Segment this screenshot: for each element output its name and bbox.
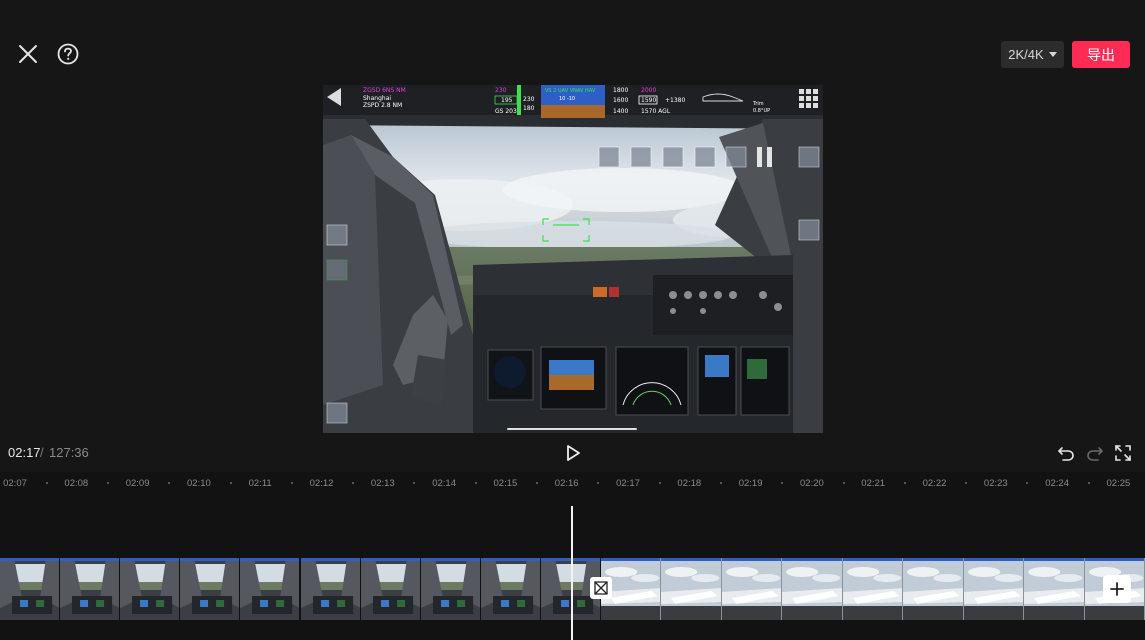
clip-thumbnail — [60, 558, 121, 620]
timeline-tick-dot — [658, 482, 661, 484]
hud-alt-mid: 1600 — [613, 97, 628, 104]
timeline-tick-dot — [1026, 482, 1029, 484]
plus-icon — [1110, 582, 1124, 596]
redo-icon[interactable] — [1084, 442, 1106, 464]
timeline-tick-label: 02:21 — [861, 478, 886, 489]
timeline-tick-label: 02:12 — [309, 478, 334, 489]
hud-alt-current: 1590 — [641, 97, 656, 104]
video-progress-bar[interactable] — [507, 428, 637, 430]
timeline-tick-dot — [229, 482, 232, 484]
chevron-down-icon — [1048, 52, 1057, 57]
timeline-tick-label: 02:16 — [554, 478, 579, 489]
timeline-tick-dot — [413, 482, 416, 484]
hud-speed-mid: 195 — [501, 97, 513, 104]
timeline-tick-label: 02:19 — [738, 478, 763, 489]
clip-thumbnail — [903, 558, 964, 620]
clip-thumbnail — [480, 558, 541, 620]
timeline-tick-dot — [106, 482, 109, 484]
timeline-tick-dot — [719, 482, 722, 484]
current-time: 02:17 — [8, 445, 41, 460]
timeline-tick-label: 02:18 — [677, 478, 702, 489]
timeline-tick-dot — [842, 482, 845, 484]
hud-speed-top: 230 — [495, 87, 507, 94]
clip-thumbnail — [120, 558, 181, 620]
clip-thumbnail — [661, 558, 722, 620]
playhead[interactable] — [571, 506, 573, 640]
export-button[interactable]: 导出 — [1072, 41, 1130, 68]
total-time: 127:36 — [49, 445, 89, 460]
clip-thumbnail — [721, 558, 783, 620]
timeline-tick-label: 02:20 — [800, 478, 824, 489]
timeline-tick-dot — [965, 482, 968, 484]
clip-thumbnail — [782, 558, 843, 620]
hud-speed-label: 230 — [523, 96, 535, 103]
close-icon[interactable] — [14, 40, 42, 68]
timeline-tick-label: 02:10 — [187, 478, 211, 489]
hud-fma-top: VS 2 UAV VNAV HAV — [545, 88, 596, 94]
timeline-tick-dot — [352, 482, 355, 484]
hud-alt-target: 2000 — [641, 87, 656, 94]
timeline-tick-dot — [45, 482, 48, 484]
clip-thumbnail — [963, 558, 1025, 620]
video-clip-2[interactable] — [601, 558, 1145, 620]
hud-route-top: ZGSD 6NS NM — [363, 87, 406, 94]
resolution-dropdown[interactable]: 2K/4K — [1001, 41, 1064, 68]
video-preview[interactable]: ZGSD 6NS NM Shanghai ZSPD 2.8 NM 230 195… — [323, 85, 823, 433]
hud-route-dist: ZSPD 2.8 NM — [363, 102, 402, 109]
hud-trim-value: 0.8°UP — [753, 108, 770, 114]
timeline-tick-label: 02:24 — [1045, 478, 1069, 489]
clip-thumbnail — [240, 558, 301, 620]
timeline-tick-label: 02:13 — [370, 478, 395, 489]
timeline-tick-dot — [290, 482, 293, 484]
timeline-tick-label: 02:14 — [432, 478, 456, 489]
time-separator: / — [40, 445, 44, 460]
timeline-tick-label: 02:07 — [3, 478, 27, 489]
timeline-tick-dot — [781, 482, 784, 484]
hud-agl: 1570 AGL — [641, 108, 671, 115]
timeline-tick-label: 02:23 — [983, 478, 1008, 489]
video-editor: 2K/4K 导出 ZGSD 6NS NM Shanghai ZSPD 2.8 N… — [0, 0, 1145, 640]
fullscreen-icon[interactable] — [1112, 442, 1134, 464]
resolution-label: 2K/4K — [1008, 47, 1044, 62]
video-clip-1[interactable] — [0, 558, 601, 620]
undo-icon[interactable] — [1055, 442, 1077, 464]
timeline-tick-dot — [1087, 482, 1090, 484]
clip-thumbnail — [180, 558, 241, 620]
hud-alt-top: 1800 — [613, 87, 628, 94]
timeline-ruler: 02:07 02:08 02:09 02:10 02:11 02:12 02:13 02:14… — [0, 472, 1145, 494]
transition-icon[interactable] — [590, 577, 612, 599]
hud-vs-value: +1380 — [665, 97, 685, 104]
timeline-tick-dot — [474, 482, 477, 484]
hud-fma-mid: 10 -10 — [559, 96, 575, 102]
timeline-tick-dot — [168, 482, 171, 484]
hud-route-city: Shanghai — [363, 95, 391, 102]
timeline-tick-dot — [597, 482, 600, 484]
play-icon[interactable] — [561, 441, 585, 465]
add-clip-button[interactable] — [1103, 575, 1131, 603]
clip-thumbnail — [1024, 558, 1085, 620]
clip-thumbnail — [842, 558, 904, 620]
hud-alt-bottom: 1400 — [613, 108, 628, 115]
timeline-tick-label: 02:08 — [64, 478, 89, 489]
help-icon[interactable] — [54, 40, 82, 68]
timeline-tick-label: 02:15 — [493, 478, 518, 489]
clip-thumbnail — [360, 558, 421, 620]
timeline-tick-label: 02:09 — [125, 478, 150, 489]
timeline-tick-label: 02:17 — [616, 478, 640, 489]
timeline-tick-label: 02:22 — [922, 478, 947, 489]
clip-thumbnail — [420, 558, 481, 620]
timeline-tick-dot — [536, 482, 539, 484]
hud-ground-speed: GS 203 — [495, 108, 517, 115]
hud-trim-label: Trim — [752, 101, 764, 107]
clip-thumbnail — [300, 558, 361, 620]
timeline-tick-dot — [903, 482, 906, 484]
timeline-tick-label: 02:11 — [248, 478, 272, 489]
timeline-tick-label: 02:25 — [1106, 478, 1131, 489]
clip-thumbnail — [0, 558, 61, 620]
hud-speed-bottom: 180 — [523, 105, 535, 112]
